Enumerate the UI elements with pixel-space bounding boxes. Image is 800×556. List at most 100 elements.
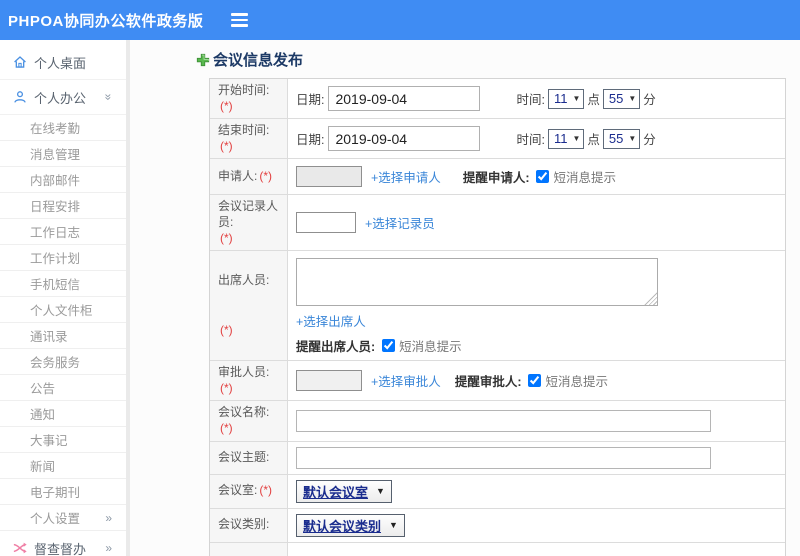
attendees-textarea[interactable]: [296, 258, 658, 307]
applicant-sms-checkbox[interactable]: [536, 170, 550, 184]
menu-toggle-button[interactable]: [231, 13, 249, 27]
recorder-input[interactable]: [296, 212, 356, 234]
sidebar-item-电子期刊[interactable]: 电子期刊: [0, 479, 126, 505]
minute-unit-label: 分: [643, 93, 656, 108]
sidebar-item-label: 公告: [30, 382, 56, 396]
user-icon: [12, 90, 27, 104]
shuffle-icon: [12, 541, 27, 555]
meeting-topic-input[interactable]: [296, 446, 711, 469]
pick-approver-link[interactable]: +选择审批人: [371, 371, 441, 390]
chevron-down-icon: ▼: [376, 486, 385, 497]
end-hour-select[interactable]: 11 ▼: [547, 128, 585, 149]
recorder-label: 会议记录人员:: [218, 199, 279, 229]
sidebar-item-label: 电子期刊: [30, 486, 81, 500]
required-mark: (*): [220, 323, 233, 338]
end-date-input[interactable]: [328, 126, 481, 152]
row-end-time: 结束时间:(*) 日期: 时间: 11▼ 点 55▼ 分: [210, 118, 785, 159]
app-header: PHPOA协同办公软件政务版: [0, 0, 800, 40]
row-approver: 审批人员: (*) +选择审批人 提醒审批人: 短消息提示: [210, 360, 785, 401]
end-time-label: 结束时间:: [218, 123, 270, 138]
sidebar-item-督查督办[interactable]: 督查督办 »: [0, 531, 126, 556]
row-applicant: 申请人: (*) +选择申请人 提醒申请人: 短消息提示: [210, 158, 785, 195]
meeting-name-label: 会议名称:: [218, 405, 270, 420]
minute-unit-label: 分: [643, 133, 656, 148]
sidebar-item-新闻[interactable]: 新闻: [0, 453, 126, 479]
required-mark: (*): [259, 483, 273, 498]
remind-applicant-label: 提醒申请人:: [462, 171, 530, 186]
sidebar-item-label: 工作日志: [30, 226, 81, 240]
time-label: 时间:: [516, 93, 545, 108]
sidebar-item-label: 内部邮件: [30, 174, 81, 188]
time-label: 时间:: [516, 133, 545, 148]
chevron-right-icon: »: [105, 510, 112, 525]
sidebar: 个人桌面 个人办公 » 在线考勤消息管理内部邮件日程安排工作日志工作计划手机短信 个人文…: [0, 40, 130, 556]
sidebar-item-label: 大事记: [30, 434, 68, 448]
chevron-right-icon: »: [105, 541, 112, 555]
start-minute-select[interactable]: 55 ▼: [602, 88, 641, 109]
sidebar-item-会务服务[interactable]: 会务服务: [0, 349, 126, 375]
date-label: 日期:: [296, 133, 325, 148]
approver-label: 审批人员:: [218, 365, 270, 380]
sidebar-item-label: 通知: [30, 408, 56, 422]
chevron-down-icon: ▼: [572, 94, 581, 104]
end-minute-select[interactable]: 55 ▼: [602, 128, 641, 149]
row-meeting-name: 会议名称: (*): [210, 400, 785, 441]
pick-applicant-link[interactable]: +选择申请人: [371, 167, 441, 186]
meeting-name-input[interactable]: [296, 409, 711, 432]
sidebar-item-label: 工作计划: [30, 252, 81, 266]
chevron-down-icon: ▼: [572, 134, 581, 144]
meeting-room-label: 会议室:: [218, 483, 258, 498]
sidebar-item-通讯录[interactable]: 通讯录: [0, 323, 126, 349]
sidebar-item-大事记[interactable]: 大事记: [0, 427, 126, 453]
required-mark: (*): [220, 380, 233, 395]
add-icon: [196, 53, 210, 67]
sidebar-item-手机短信[interactable]: 手机短信: [0, 271, 126, 297]
sidebar-item-内部邮件[interactable]: 内部邮件: [0, 167, 126, 193]
sidebar-item-公告[interactable]: 公告: [0, 375, 126, 401]
approver-sms-checkbox[interactable]: [528, 374, 542, 388]
row-recorder: 会议记录人员: (*) +选择记录员: [210, 194, 785, 251]
attendees-label: 出席人员:: [218, 272, 270, 287]
meeting-room-select[interactable]: 默认会议室 ▼: [296, 479, 392, 503]
sidebar-item-个人办公[interactable]: 个人办公 »: [0, 80, 126, 115]
sidebar-item-个人桌面[interactable]: 个人桌面: [0, 45, 126, 80]
sidebar-item-在线考勤[interactable]: 在线考勤: [0, 115, 126, 141]
sidebar-item-label: 消息管理: [30, 148, 81, 162]
approver-input[interactable]: [296, 370, 362, 392]
sidebar-item-通知[interactable]: 通知: [0, 401, 126, 427]
required-mark: (*): [220, 98, 233, 113]
row-attendees: 出席人员: (*) +选择出席人 提醒出席人员: 短消息提示: [210, 250, 785, 361]
attendees-sms-checkbox[interactable]: [382, 339, 396, 353]
chevron-down-icon: ▼: [389, 520, 398, 531]
required-mark: (*): [220, 230, 233, 245]
required-mark: (*): [259, 169, 273, 184]
row-meeting-room: 会议室: (*) 默认会议室 ▼: [210, 473, 785, 508]
start-hour-select[interactable]: 11 ▼: [547, 88, 585, 109]
sidebar-item-消息管理[interactable]: 消息管理: [0, 141, 126, 167]
remind-approver-label: 提醒审批人:: [454, 375, 522, 390]
start-date-input[interactable]: [328, 86, 481, 112]
sms-label: 短消息提示: [553, 171, 616, 186]
sidebar-item-个人设置[interactable]: 个人设置 »: [0, 505, 126, 531]
sms-label: 短消息提示: [399, 340, 462, 355]
hour-unit-label: 点: [587, 133, 600, 148]
sidebar-item-工作日志[interactable]: 工作日志: [0, 219, 126, 245]
sidebar-item-label: 新闻: [30, 460, 56, 474]
chevron-down-icon: ▼: [628, 134, 637, 144]
pick-attendees-link[interactable]: +选择出席人: [296, 311, 366, 330]
pick-recorder-link[interactable]: +选择记录员: [365, 213, 435, 232]
row-editor: HTML↶↷BIUAABCX2X2▾66TA▾ab▾123▾▾ 自定义标题▾段落…: [210, 541, 785, 556]
start-time-label: 开始时间:: [218, 83, 270, 97]
sidebar-item-日程安排[interactable]: 日程安排: [0, 193, 126, 219]
sidebar-item-工作计划[interactable]: 工作计划: [0, 245, 126, 271]
main-content: 会议信息发布 开始时间:(*) 日期: 时间: 11▼ 点 55▼ 分 结束时间…: [130, 40, 800, 556]
meeting-type-select[interactable]: 默认会议类别 ▼: [296, 513, 405, 537]
sms-label: 短消息提示: [545, 375, 608, 390]
sidebar-item-个人文件柜[interactable]: 个人文件柜: [0, 297, 126, 323]
required-mark: (*): [220, 138, 233, 153]
app-title: PHPOA协同办公软件政务版: [8, 12, 204, 30]
sidebar-item-label: 通讯录: [30, 330, 68, 344]
applicant-input[interactable]: [296, 166, 362, 188]
remind-attendees-label: 提醒出席人员:: [296, 340, 376, 355]
row-start-time: 开始时间:(*) 日期: 时间: 11▼ 点 55▼ 分: [210, 79, 785, 119]
